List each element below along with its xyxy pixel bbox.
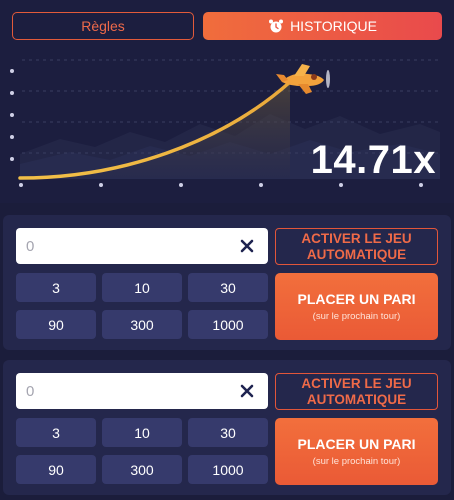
quick-amount-chip[interactable]: 300 [102,310,182,339]
bet-panel-2: ACTIVER LE JEU AUTOMATIQUE 3 10 30 90 30… [3,360,451,495]
bet-amount-input[interactable] [16,373,268,409]
auto-play-button[interactable]: ACTIVER LE JEU AUTOMATIQUE [275,228,438,265]
auto-play-label: ACTIVER LE JEU AUTOMATIQUE [301,375,412,407]
bet-panel-1: ACTIVER LE JEU AUTOMATIQUE 3 10 30 90 30… [3,215,451,350]
tab-history-label: HISTORIQUE [290,18,377,34]
tab-rules[interactable]: Règles [12,12,194,40]
quick-amount-chip[interactable]: 90 [16,455,96,484]
place-bet-label: PLACER UN PARI [297,436,416,452]
alarm-clock-icon [269,19,284,33]
game-area: Règles HISTORIQUE 14.71x [0,0,454,203]
tab-history[interactable]: HISTORIQUE [203,12,442,40]
quick-amount-chip[interactable]: 90 [16,310,96,339]
quick-amount-chip[interactable]: 30 [188,273,268,302]
quick-amount-chip[interactable]: 3 [16,418,96,447]
place-bet-sublabel: (sur le prochain tour) [312,456,401,467]
tab-bar: Règles HISTORIQUE [12,12,442,40]
quick-amount-chip[interactable]: 30 [188,418,268,447]
quick-amount-chip[interactable]: 1000 [188,455,268,484]
quick-amount-chip[interactable]: 10 [102,418,182,447]
auto-play-button[interactable]: ACTIVER LE JEU AUTOMATIQUE [275,373,438,410]
quick-amount-chip[interactable]: 10 [102,273,182,302]
place-bet-label: PLACER UN PARI [297,291,416,307]
bet-amount-input[interactable] [16,228,268,264]
quick-amount-chip[interactable]: 3 [16,273,96,302]
place-bet-button[interactable]: PLACER UN PARI (sur le prochain tour) [275,418,438,485]
quick-amount-chip[interactable]: 1000 [188,310,268,339]
multiplier-value: 14.71x [310,138,436,182]
tab-rules-label: Règles [81,18,125,34]
close-icon[interactable] [240,239,254,253]
close-icon[interactable] [240,384,254,398]
place-bet-sublabel: (sur le prochain tour) [312,311,401,322]
place-bet-button[interactable]: PLACER UN PARI (sur le prochain tour) [275,273,438,340]
quick-amount-chip[interactable]: 300 [102,455,182,484]
auto-play-label: ACTIVER LE JEU AUTOMATIQUE [301,230,412,262]
